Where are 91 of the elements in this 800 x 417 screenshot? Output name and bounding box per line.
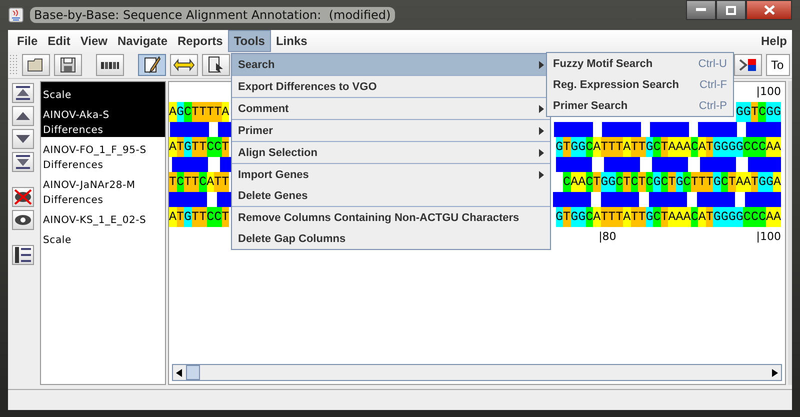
sequence-name[interactable]: AINOV-Aka-S xyxy=(41,102,165,122)
close-icon xyxy=(764,5,774,15)
document-pointer-icon xyxy=(208,56,224,74)
menu-item[interactable]: Tools xyxy=(228,30,271,52)
up-arrow-icon xyxy=(16,112,30,120)
menu-item[interactable]: Reg. Expression Search Ctrl-F xyxy=(547,74,733,95)
select-button[interactable] xyxy=(202,54,230,76)
eye-icon xyxy=(14,214,32,226)
menu-item[interactable]: Comment xyxy=(232,98,550,119)
down-button[interactable] xyxy=(12,129,34,149)
sequence-name[interactable]: AINOV-JaNAr28-M xyxy=(41,172,165,192)
app-icon xyxy=(8,7,24,23)
sequence-text: GTGGCATTTATTGCTAAACATGGGGCCCAA xyxy=(556,207,781,227)
menu-item[interactable]: Links xyxy=(270,30,312,52)
show-button[interactable] xyxy=(12,210,34,230)
menu-item[interactable]: Navigate xyxy=(112,30,173,52)
shortcut-label: Ctrl-P xyxy=(698,100,727,112)
menu-item[interactable]: Remove Columns Containing Non-ACTGU Characters xyxy=(232,207,550,228)
numbered-list-icon xyxy=(14,246,32,264)
sequence-text: ATGTTCCT xyxy=(169,207,230,227)
sequence-text: AGCTTTTA xyxy=(169,102,230,122)
sequence-text: ATGTTCCT xyxy=(169,137,230,157)
menu-item[interactable]: Primer xyxy=(232,120,550,141)
menu-item-label: Delete Genes xyxy=(238,190,308,202)
scale-tick-label: |80 xyxy=(598,229,616,245)
sequence-button[interactable] xyxy=(96,54,124,76)
menu-item[interactable]: Export Differences to VGO xyxy=(232,76,550,97)
arrow-letter-icon xyxy=(739,57,757,73)
menu-item-label: Remove Columns Containing Non-ACTGU Characters xyxy=(238,212,520,224)
horizontal-scrollbar[interactable] xyxy=(172,364,782,381)
menu-item-label: Delete Gap Columns xyxy=(238,232,346,244)
sequence-name[interactable]: Differences xyxy=(41,122,165,137)
menu-item-label: Export Differences to VGO xyxy=(238,80,377,92)
crossed-eye-icon xyxy=(14,189,32,205)
double-arrow-icon xyxy=(173,58,195,72)
arrow-to-bottom-icon xyxy=(16,155,30,169)
menu-item[interactable]: Fuzzy Motif Search Ctrl-U xyxy=(547,53,733,74)
scroll-left-icon xyxy=(176,368,182,376)
maximize-icon xyxy=(726,6,736,14)
menu-item[interactable]: Help xyxy=(756,30,792,52)
sequence-name[interactable]: AINOV-FO_1_F_95-S xyxy=(41,137,165,157)
close-button[interactable] xyxy=(746,0,792,20)
scale-tick-label: |100 xyxy=(756,84,781,100)
menu-item[interactable]: Reports xyxy=(172,30,228,52)
scale-tick-label: |100 xyxy=(756,229,781,245)
window-title: Base-by-Base: Sequence Alignment Annotation: (modified) xyxy=(30,7,395,23)
open-button[interactable] xyxy=(22,54,50,76)
numbering-button[interactable] xyxy=(12,245,34,265)
menu-item-label: Import Genes xyxy=(238,168,309,180)
menu-item[interactable]: Primer Search Ctrl-P xyxy=(547,95,733,116)
menu-item[interactable]: Align Selection xyxy=(232,142,550,163)
last-button[interactable] xyxy=(12,152,34,172)
menu-item-label: Fuzzy Motif Search xyxy=(553,58,653,70)
compare-button[interactable] xyxy=(734,54,762,76)
menu-item[interactable]: View xyxy=(75,30,112,52)
menu-item-label: Comment xyxy=(238,102,289,114)
sequence-name[interactable]: Differences xyxy=(41,192,165,207)
sequence-name[interactable]: Scale xyxy=(41,82,165,102)
sequence-name[interactable]: Scale xyxy=(41,227,165,247)
menu-item-label: Primer xyxy=(238,124,273,136)
arrow-to-top-icon xyxy=(16,86,30,100)
minimize-button[interactable] xyxy=(686,0,716,20)
shortcut-label: Ctrl-F xyxy=(700,78,727,90)
hide-button[interactable] xyxy=(12,187,34,207)
shortcut-label: Ctrl-U xyxy=(698,58,727,70)
folder-icon xyxy=(27,58,45,72)
maximize-button[interactable] xyxy=(716,0,746,20)
text-field[interactable]: To xyxy=(766,54,790,76)
save-button[interactable] xyxy=(54,54,82,76)
pencil-icon xyxy=(143,56,161,74)
menu-item[interactable]: Edit xyxy=(42,30,76,52)
menu-item[interactable]: Delete Gap Columns xyxy=(232,228,550,249)
sequence-text: GGTCGG xyxy=(736,102,781,122)
minimize-icon xyxy=(696,8,706,12)
sequence-text: GTGGCATTTATTGCTAAACATGGGGCCCAA xyxy=(556,137,781,157)
sequence-name[interactable]: AINOV-KS_1_E_02-S xyxy=(41,207,165,227)
menu-item-label: Search xyxy=(238,58,275,70)
scroll-right-icon xyxy=(772,368,778,376)
menu-item[interactable]: Import Genes xyxy=(232,164,550,185)
menu-item-label: Primer Search xyxy=(553,100,628,112)
first-button[interactable] xyxy=(12,83,34,103)
menu-item-label: Reg. Expression Search xyxy=(553,78,679,90)
menu-item[interactable]: Delete Genes xyxy=(232,185,550,206)
scrollbar-thumb[interactable] xyxy=(186,365,200,380)
sequence-name[interactable]: Differences xyxy=(41,157,165,172)
menu-item-label: Align Selection xyxy=(238,146,318,158)
up-button[interactable] xyxy=(12,106,34,126)
down-arrow-icon xyxy=(16,135,30,143)
translate-button[interactable] xyxy=(170,54,198,76)
menu-item[interactable]: File xyxy=(12,30,43,52)
edit-button[interactable] xyxy=(138,54,166,76)
